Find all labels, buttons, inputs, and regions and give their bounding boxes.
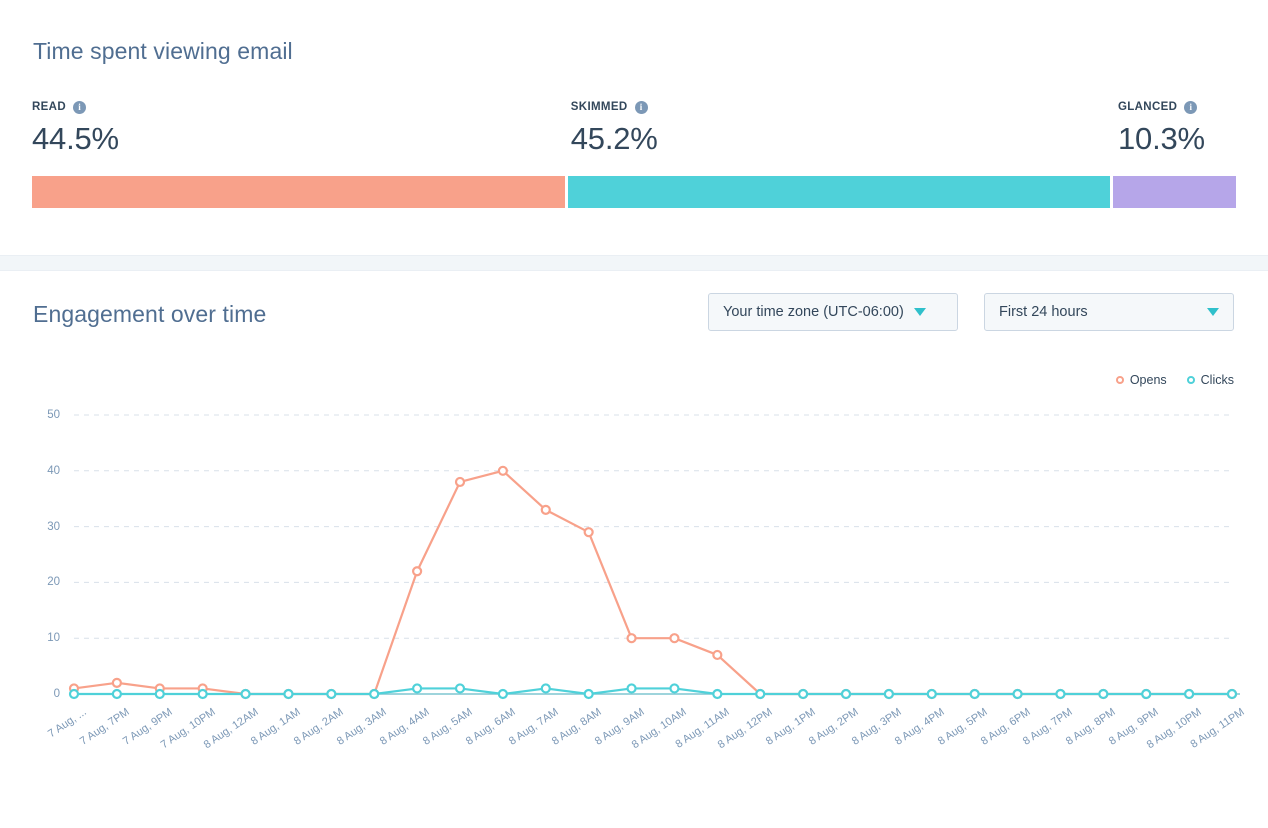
metric-label: SKIMMED [570,101,628,113]
metric-label: READ [32,101,66,113]
chevron-down-icon [1207,308,1219,316]
metrics-row: READ i 44.5% SKIMMED i 45.2% GLANCED i 10.3% [32,99,1236,169]
legend-marker-icon [1186,376,1195,384]
chart-controls: Your time zone (UTC-06:00) First 24 hour… [708,293,1234,331]
section-divider [0,255,1268,271]
bar-segment-glanced [1112,176,1236,208]
timezone-dropdown-value: Your time zone (UTC-06:00) [723,304,904,320]
legend-label: Opens [1129,373,1167,387]
time-spent-card: Time spent viewing email READ i 44.5% SKIMM… [0,0,1268,255]
range-dropdown-value: First 24 hours [999,304,1088,320]
metric-value: 45.2% [570,121,658,156]
metric-value: 44.5% [32,121,119,156]
chart-header: Engagement over time Your time zone (UTC… [32,271,1236,343]
metric-value: 10.3% [1117,121,1205,156]
info-icon[interactable]: i [73,100,86,114]
metric-skimmed: SKIMMED i 45.2% [571,99,658,158]
time-spent-stacked-bar [32,176,1236,208]
engagement-card: Engagement over time Your time zone (UTC… [0,271,1268,774]
info-icon[interactable]: i [1184,100,1198,114]
page-title: Time spent viewing email [33,38,293,64]
bar-segment-read [32,176,566,208]
legend-item-opens[interactable]: Opens [1115,373,1167,387]
chevron-down-icon [913,308,926,316]
legend-marker-icon [1115,376,1124,384]
legend-label: Clicks [1200,373,1234,387]
bar-segment-skimmed [568,176,1110,208]
chart-legend: Opens Clicks [1115,373,1234,387]
timezone-dropdown[interactable]: Your time zone (UTC-06:00) [708,293,958,331]
legend-item-clicks[interactable]: Clicks [1186,373,1234,387]
metric-label: GLANCED [1117,101,1178,113]
metric-glanced: GLANCED i 10.3% [1118,99,1205,158]
info-icon[interactable]: i [634,100,648,114]
range-dropdown[interactable]: First 24 hours [984,293,1234,331]
metric-read: READ i 44.5% [32,99,119,158]
chart-title: Engagement over time [33,301,267,327]
